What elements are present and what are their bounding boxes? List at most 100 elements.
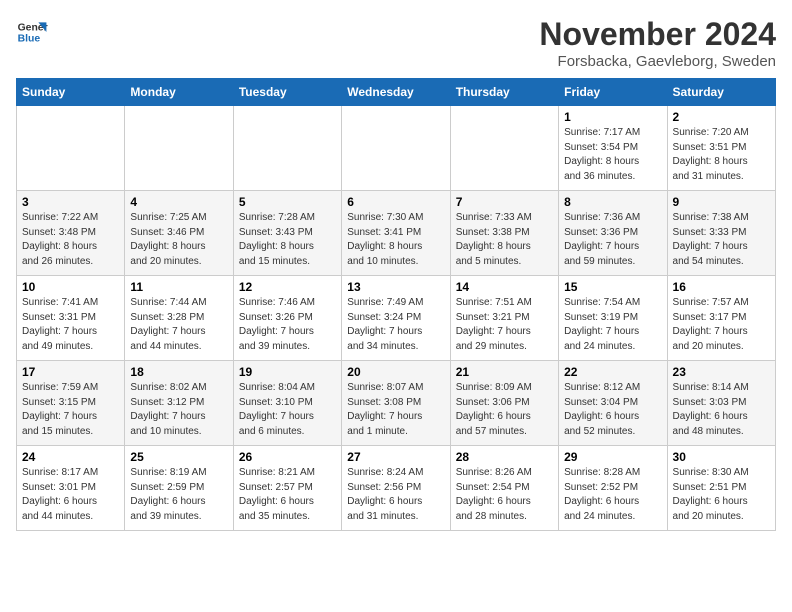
day-number: 19 xyxy=(239,365,336,379)
day-number: 14 xyxy=(456,280,553,294)
calendar-week-row: 1 Sunrise: 7:17 AM Sunset: 3:54 PM Daylig… xyxy=(17,106,776,191)
calendar-cell: 21 Sunrise: 8:09 AM Sunset: 3:06 PM Dayli… xyxy=(450,361,558,446)
svg-text:Blue: Blue xyxy=(18,34,41,45)
calendar-cell: 12 Sunrise: 7:46 AM Sunset: 3:26 PM Dayli… xyxy=(233,276,341,361)
day-info: Sunrise: 7:59 AM Sunset: 3:15 PM Dayligh… xyxy=(22,381,119,439)
calendar-cell: 13 Sunrise: 7:49 AM Sunset: 3:24 PM Dayli… xyxy=(342,276,450,361)
day-number: 13 xyxy=(347,280,444,294)
day-number: 17 xyxy=(22,365,119,379)
calendar-subtitle: Forsbacka, Gaevleborg, Sweden xyxy=(539,53,776,70)
day-info: Sunrise: 8:30 AM Sunset: 2:51 PM Dayligh… xyxy=(673,466,770,524)
day-number: 21 xyxy=(456,365,553,379)
day-info: Sunrise: 7:51 AM Sunset: 3:21 PM Dayligh… xyxy=(456,296,553,354)
calendar-cell: 3 Sunrise: 7:22 AM Sunset: 3:48 PM Daylig… xyxy=(17,191,125,276)
day-number: 27 xyxy=(347,450,444,464)
weekday-header: Thursday xyxy=(450,79,558,106)
day-number: 16 xyxy=(673,280,770,294)
calendar-cell: 27 Sunrise: 8:24 AM Sunset: 2:56 PM Dayli… xyxy=(342,446,450,531)
calendar-cell: 25Sunrise: 8:19 AM Sunset: 2:59 PM Dayli… xyxy=(125,446,233,531)
calendar-cell: 16 Sunrise: 7:57 AM Sunset: 3:17 PM Dayli… xyxy=(667,276,775,361)
day-info: Sunrise: 7:17 AM Sunset: 3:54 PM Dayligh… xyxy=(564,126,661,184)
day-number: 1 xyxy=(564,110,661,124)
day-number: 8 xyxy=(564,195,661,209)
day-info: Sunrise: 8:02 AM Sunset: 3:12 PM Dayligh… xyxy=(130,381,227,439)
calendar-cell: 8Sunrise: 7:36 AM Sunset: 3:36 PM Daylig… xyxy=(559,191,667,276)
calendar-cell: 29 Sunrise: 8:28 AM Sunset: 2:52 PM Dayli… xyxy=(559,446,667,531)
day-info: Sunrise: 7:46 AM Sunset: 3:26 PM Dayligh… xyxy=(239,296,336,354)
day-number: 2 xyxy=(673,110,770,124)
day-number: 28 xyxy=(456,450,553,464)
calendar-cell xyxy=(342,106,450,191)
day-number: 26 xyxy=(239,450,336,464)
day-info: Sunrise: 8:12 AM Sunset: 3:04 PM Dayligh… xyxy=(564,381,661,439)
logo-icon: General Blue xyxy=(16,16,48,48)
weekday-header: Tuesday xyxy=(233,79,341,106)
calendar-cell xyxy=(450,106,558,191)
day-number: 18 xyxy=(130,365,227,379)
day-info: Sunrise: 7:57 AM Sunset: 3:17 PM Dayligh… xyxy=(673,296,770,354)
day-info: Sunrise: 7:49 AM Sunset: 3:24 PM Dayligh… xyxy=(347,296,444,354)
day-number: 9 xyxy=(673,195,770,209)
calendar-cell: 17 Sunrise: 7:59 AM Sunset: 3:15 PM Dayli… xyxy=(17,361,125,446)
calendar-cell: 1 Sunrise: 7:17 AM Sunset: 3:54 PM Daylig… xyxy=(559,106,667,191)
calendar-cell: 14 Sunrise: 7:51 AM Sunset: 3:21 PM Dayli… xyxy=(450,276,558,361)
day-number: 12 xyxy=(239,280,336,294)
calendar-week-row: 10Sunrise: 7:41 AM Sunset: 3:31 PM Dayli… xyxy=(17,276,776,361)
calendar-cell: 6 Sunrise: 7:30 AM Sunset: 3:41 PM Daylig… xyxy=(342,191,450,276)
calendar-cell: 23Sunrise: 8:14 AM Sunset: 3:03 PM Dayli… xyxy=(667,361,775,446)
day-number: 20 xyxy=(347,365,444,379)
calendar-cell xyxy=(125,106,233,191)
day-info: Sunrise: 8:28 AM Sunset: 2:52 PM Dayligh… xyxy=(564,466,661,524)
day-info: Sunrise: 7:41 AM Sunset: 3:31 PM Dayligh… xyxy=(22,296,119,354)
day-number: 22 xyxy=(564,365,661,379)
calendar-cell xyxy=(233,106,341,191)
day-info: Sunrise: 7:33 AM Sunset: 3:38 PM Dayligh… xyxy=(456,211,553,269)
day-info: Sunrise: 7:20 AM Sunset: 3:51 PM Dayligh… xyxy=(673,126,770,184)
day-number: 4 xyxy=(130,195,227,209)
day-number: 3 xyxy=(22,195,119,209)
day-info: Sunrise: 7:44 AM Sunset: 3:28 PM Dayligh… xyxy=(130,296,227,354)
day-number: 24 xyxy=(22,450,119,464)
page-header: General Blue November 2024 Forsbacka, Ga… xyxy=(16,16,776,70)
day-info: Sunrise: 8:21 AM Sunset: 2:57 PM Dayligh… xyxy=(239,466,336,524)
calendar-cell: 20 Sunrise: 8:07 AM Sunset: 3:08 PM Dayli… xyxy=(342,361,450,446)
calendar-cell xyxy=(17,106,125,191)
calendar-cell: 28 Sunrise: 8:26 AM Sunset: 2:54 PM Dayli… xyxy=(450,446,558,531)
calendar-table: SundayMondayTuesdayWednesdayThursdayFrid… xyxy=(16,78,776,531)
day-info: Sunrise: 8:07 AM Sunset: 3:08 PM Dayligh… xyxy=(347,381,444,439)
day-info: Sunrise: 8:26 AM Sunset: 2:54 PM Dayligh… xyxy=(456,466,553,524)
calendar-cell: 24Sunrise: 8:17 AM Sunset: 3:01 PM Dayli… xyxy=(17,446,125,531)
calendar-week-row: 3 Sunrise: 7:22 AM Sunset: 3:48 PM Daylig… xyxy=(17,191,776,276)
calendar-cell: 30 Sunrise: 8:30 AM Sunset: 2:51 PM Dayli… xyxy=(667,446,775,531)
weekday-header: Saturday xyxy=(667,79,775,106)
calendar-cell: 15Sunrise: 7:54 AM Sunset: 3:19 PM Dayli… xyxy=(559,276,667,361)
weekday-header: Wednesday xyxy=(342,79,450,106)
title-block: November 2024 Forsbacka, Gaevleborg, Swe… xyxy=(539,16,776,70)
day-number: 23 xyxy=(673,365,770,379)
logo: General Blue xyxy=(16,16,48,48)
weekday-header: Friday xyxy=(559,79,667,106)
day-number: 5 xyxy=(239,195,336,209)
calendar-week-row: 17 Sunrise: 7:59 AM Sunset: 3:15 PM Dayli… xyxy=(17,361,776,446)
day-info: Sunrise: 7:38 AM Sunset: 3:33 PM Dayligh… xyxy=(673,211,770,269)
day-number: 30 xyxy=(673,450,770,464)
day-info: Sunrise: 8:24 AM Sunset: 2:56 PM Dayligh… xyxy=(347,466,444,524)
day-info: Sunrise: 8:09 AM Sunset: 3:06 PM Dayligh… xyxy=(456,381,553,439)
calendar-cell: 19Sunrise: 8:04 AM Sunset: 3:10 PM Dayli… xyxy=(233,361,341,446)
calendar-cell: 4Sunrise: 7:25 AM Sunset: 3:46 PM Daylig… xyxy=(125,191,233,276)
day-number: 29 xyxy=(564,450,661,464)
day-number: 7 xyxy=(456,195,553,209)
calendar-week-row: 24Sunrise: 8:17 AM Sunset: 3:01 PM Dayli… xyxy=(17,446,776,531)
calendar-cell: 2 Sunrise: 7:20 AM Sunset: 3:51 PM Daylig… xyxy=(667,106,775,191)
weekday-header: Sunday xyxy=(17,79,125,106)
day-number: 15 xyxy=(564,280,661,294)
calendar-cell: 10Sunrise: 7:41 AM Sunset: 3:31 PM Dayli… xyxy=(17,276,125,361)
day-info: Sunrise: 7:28 AM Sunset: 3:43 PM Dayligh… xyxy=(239,211,336,269)
day-info: Sunrise: 8:19 AM Sunset: 2:59 PM Dayligh… xyxy=(130,466,227,524)
day-number: 6 xyxy=(347,195,444,209)
day-info: Sunrise: 7:22 AM Sunset: 3:48 PM Dayligh… xyxy=(22,211,119,269)
weekday-header-row: SundayMondayTuesdayWednesdayThursdayFrid… xyxy=(17,79,776,106)
calendar-cell: 5 Sunrise: 7:28 AM Sunset: 3:43 PM Daylig… xyxy=(233,191,341,276)
calendar-cell: 26 Sunrise: 8:21 AM Sunset: 2:57 PM Dayli… xyxy=(233,446,341,531)
day-info: Sunrise: 7:30 AM Sunset: 3:41 PM Dayligh… xyxy=(347,211,444,269)
